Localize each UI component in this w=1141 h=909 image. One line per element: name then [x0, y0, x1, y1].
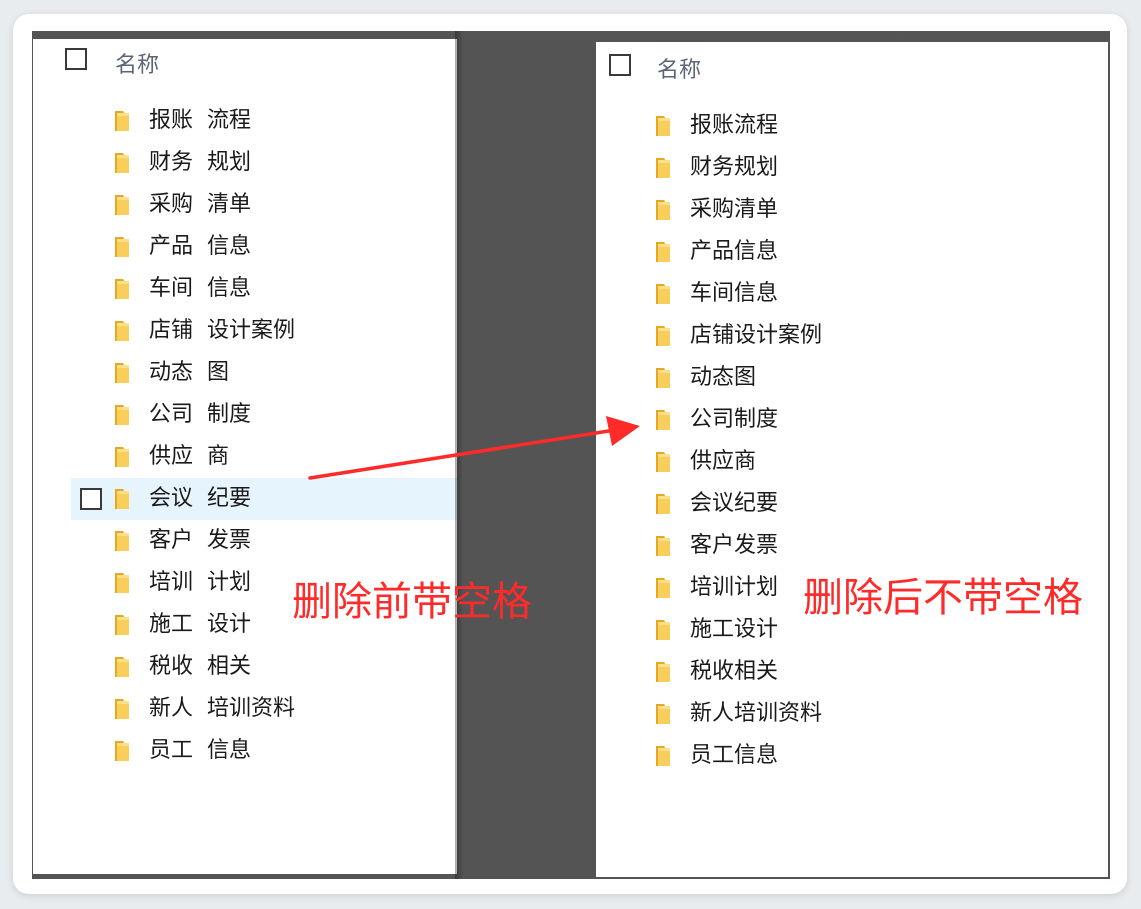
arrow-icon [308, 416, 640, 480]
